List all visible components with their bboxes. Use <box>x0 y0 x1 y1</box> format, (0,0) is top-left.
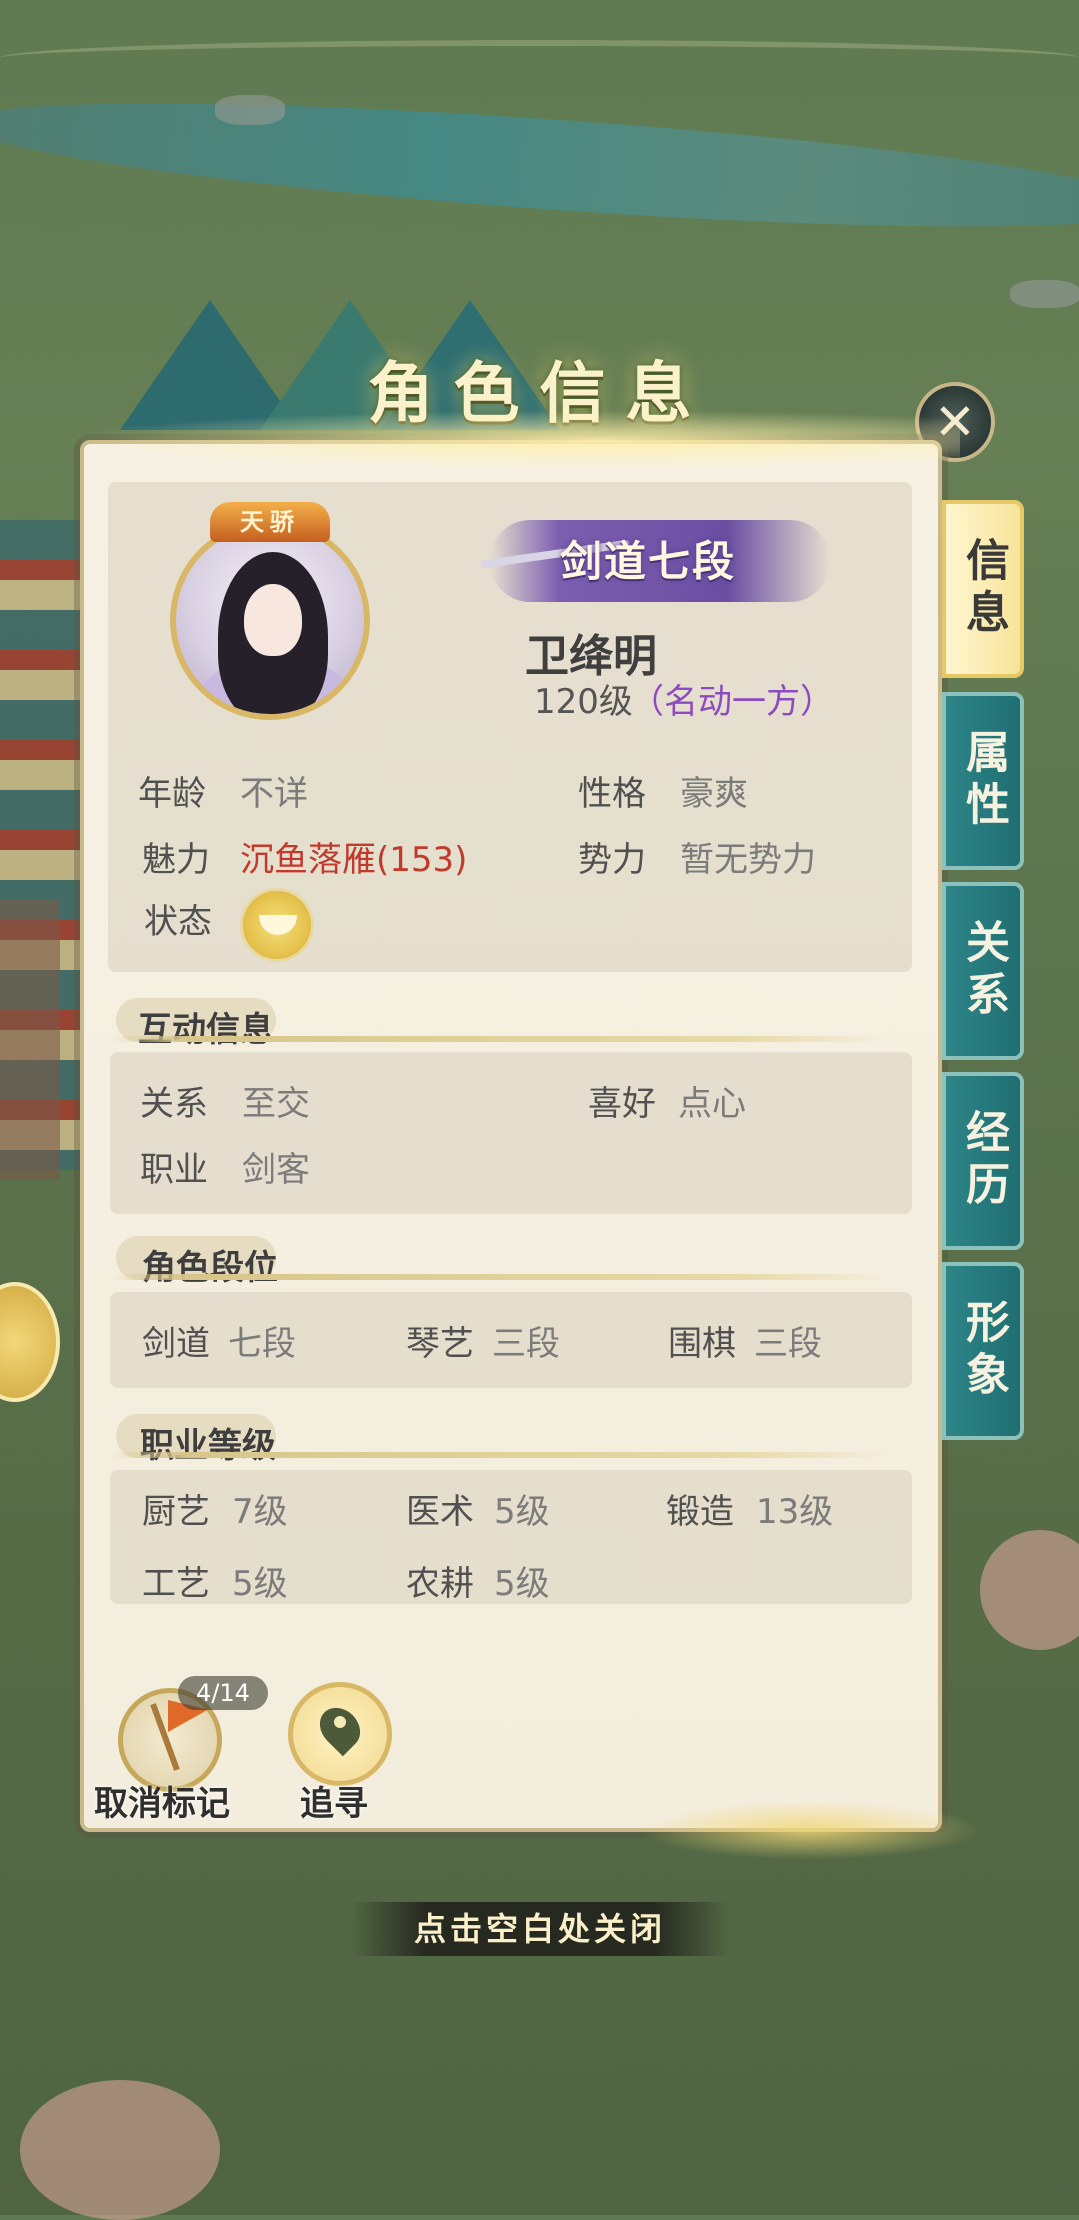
rank-label: 围棋 <box>668 1324 736 1364</box>
job-levels-section-title: 职业等级 <box>140 1426 276 1466</box>
personality-value: 豪爽 <box>680 774 748 814</box>
rank-value: 三段 <box>754 1324 822 1364</box>
job-level-value: 5级 <box>494 1564 550 1604</box>
character-level-title: （名动一方） <box>630 682 834 722</box>
job-value: 剑客 <box>242 1150 310 1190</box>
ranks-section-title: 角色段位 <box>142 1248 278 1288</box>
tab-relations[interactable]: 关系 <box>942 882 1024 1060</box>
tab-info[interactable]: 信息 <box>942 500 1024 678</box>
age-label: 年龄 <box>138 774 206 814</box>
section-divider <box>110 1036 890 1042</box>
job-level-value: 13级 <box>756 1492 834 1532</box>
track-label[interactable]: 追寻 <box>300 1776 368 1825</box>
close-hint[interactable]: 点击空白处关闭 <box>350 1902 730 1956</box>
tab-attributes[interactable]: 属性 <box>942 692 1024 870</box>
job-level-value: 7级 <box>232 1492 288 1532</box>
hobby-value: 点心 <box>678 1084 746 1124</box>
job-level-label: 农耕 <box>406 1564 474 1604</box>
age-value: 不详 <box>240 774 308 814</box>
rank-badge-label: 剑道七段 <box>560 537 737 586</box>
status-label: 状态 <box>144 902 212 942</box>
hobby-label: 喜好 <box>588 1084 656 1124</box>
section-divider <box>110 1274 890 1280</box>
background-river <box>0 78 1079 252</box>
job-level-label: 锻造 <box>666 1492 734 1532</box>
job-label: 职业 <box>140 1150 208 1190</box>
background-path <box>0 40 1079 76</box>
chat-bubble-button[interactable] <box>0 1282 60 1402</box>
rank-value: 三段 <box>492 1324 560 1364</box>
panel-top-glow-decoration <box>60 410 960 470</box>
rank-label: 琴艺 <box>406 1324 474 1364</box>
rank-value: 七段 <box>228 1324 296 1364</box>
relation-label: 关系 <box>140 1084 208 1124</box>
cancel-mark-label[interactable]: 取消标记 <box>94 1776 230 1825</box>
personality-label: 性格 <box>578 774 646 814</box>
character-name: 卫绛明 <box>525 631 657 682</box>
avatar[interactable] <box>170 520 370 720</box>
charm-label: 魅力 <box>142 840 210 880</box>
faction-label: 势力 <box>578 840 646 880</box>
job-level-value: 5级 <box>494 1492 550 1532</box>
job-level-label: 工艺 <box>142 1564 210 1604</box>
faction-value: 暂无势力 <box>680 840 816 880</box>
job-level-value: 5级 <box>232 1564 288 1604</box>
section-divider <box>110 1452 890 1458</box>
background-building <box>0 900 60 1180</box>
mark-counter: 4/14 <box>178 1676 268 1710</box>
rank-label: 剑道 <box>142 1324 210 1364</box>
charm-value: 沉鱼落雁(153) <box>240 840 468 880</box>
crown-badge: 天骄 <box>210 502 330 542</box>
tab-appearance[interactable]: 形象 <box>942 1262 1024 1440</box>
interaction-section <box>110 1052 912 1214</box>
bowl-icon[interactable] <box>240 888 314 962</box>
background-blossom-tree <box>20 2080 220 2220</box>
location-pin-icon <box>334 1716 346 1728</box>
job-level-label: 厨艺 <box>142 1492 210 1532</box>
background-rock <box>1010 280 1079 308</box>
background-rock <box>215 95 285 125</box>
job-level-label: 医术 <box>406 1492 474 1532</box>
tab-experience[interactable]: 经历 <box>942 1072 1024 1250</box>
panel-bottom-glow-decoration <box>640 1800 980 1860</box>
interaction-section-title: 互动信息 <box>138 1010 274 1050</box>
relation-value: 至交 <box>242 1084 310 1124</box>
background-blossom-tree <box>980 1530 1079 1650</box>
character-level: 120级 <box>534 682 633 722</box>
